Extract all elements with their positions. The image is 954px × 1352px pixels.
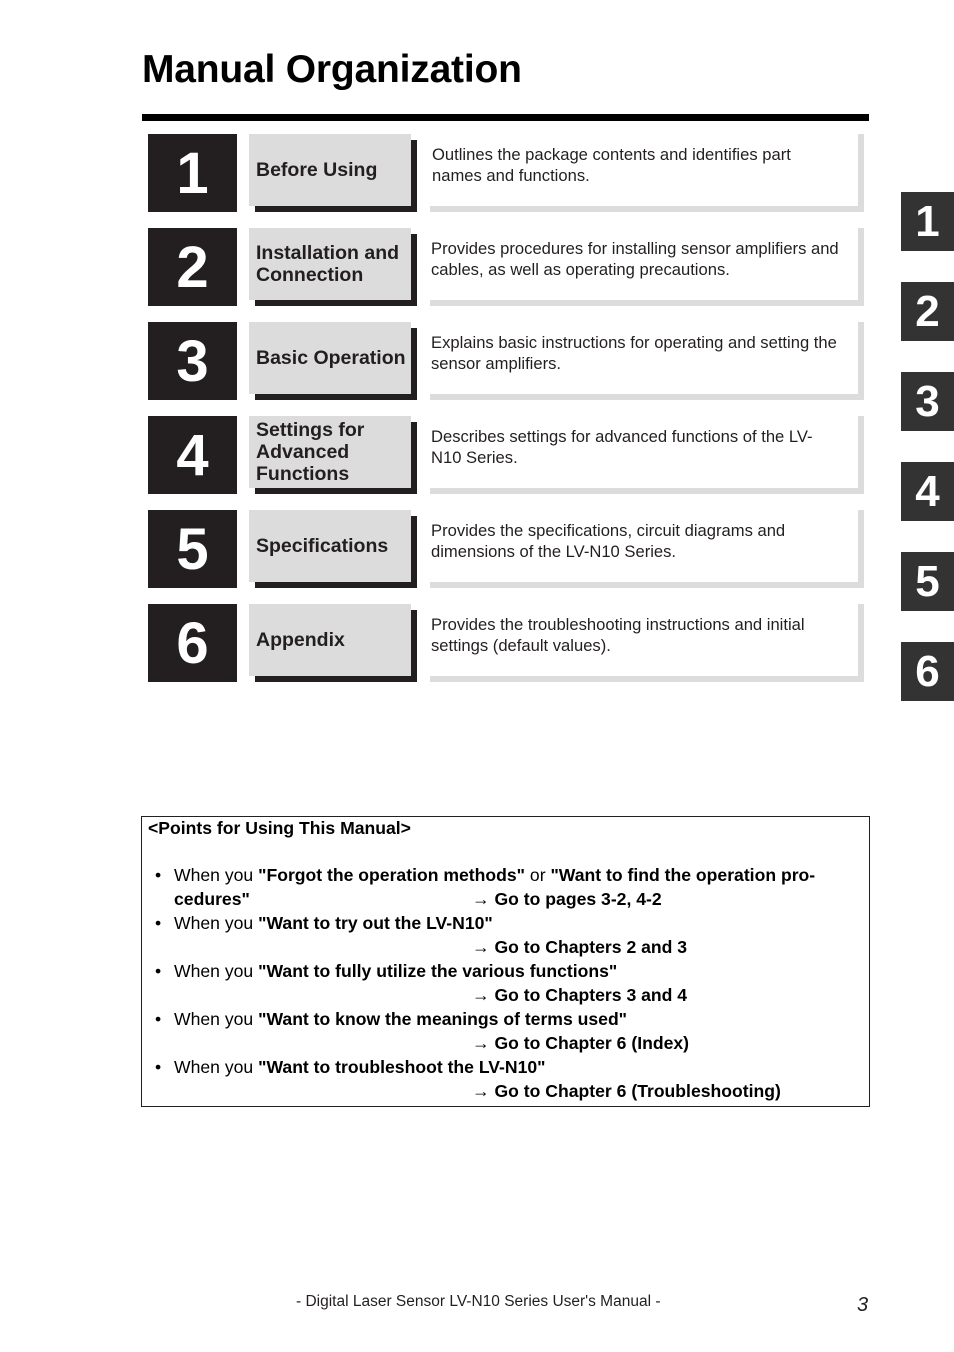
side-tab-1[interactable]: 1 (901, 192, 954, 251)
chapter-title: Specifications (249, 510, 411, 582)
chapter-title: Settings for Advanced Functions (249, 416, 411, 488)
chapter-number: 4 (148, 416, 237, 494)
points-quote-continuation: cedures" (174, 889, 250, 909)
chapter-description-text: Provides procedures for installing senso… (431, 239, 839, 279)
chapter-description: Explains basic instructions for operatin… (430, 322, 864, 400)
points-goto[interactable]: → Go to pages 3-2, 4-2 (472, 887, 662, 911)
chapter-description: Describes settings for advanced function… (430, 416, 864, 494)
chapter-row-5[interactable]: 5 Specifications Provides the specificat… (148, 510, 864, 588)
points-prefix: When you (174, 1009, 259, 1029)
bullet-icon: • (155, 1009, 162, 1029)
page-number: 3 (857, 1294, 869, 1316)
points-middle: or (525, 865, 551, 885)
chapter-number: 6 (148, 604, 237, 682)
chapter-description-text: Provides the specifications, circuit dia… (431, 521, 786, 561)
points-goto[interactable]: → Go to Chapters 2 and 3 (174, 935, 863, 959)
points-item: • When you "Want to know the meanings of… (148, 1007, 863, 1055)
points-quote: "Want to try out the LV-N10" (258, 913, 493, 933)
chapter-row-1[interactable]: 1 Before Using Outlines the package cont… (148, 134, 864, 212)
chapter-description: Provides the troubleshooting instruction… (430, 604, 864, 682)
bullet-icon: • (155, 913, 162, 933)
chapter-number: 1 (148, 134, 237, 212)
points-goto[interactable]: → Go to Chapter 6 (Index) (174, 1031, 863, 1055)
points-quote: "Forgot the operation methods" (258, 865, 526, 885)
chapter-description-text: Explains basic instructions for operatin… (431, 333, 837, 373)
points-goto[interactable]: → Go to Chapter 6 (Troubleshooting) (174, 1079, 863, 1103)
points-goto[interactable]: → Go to Chapters 3 and 4 (174, 983, 863, 1007)
chapter-description-text: Outlines the package contents and identi… (432, 145, 791, 185)
chapter-title: Installation and Connection (249, 228, 411, 300)
points-prefix: When you (174, 1057, 259, 1077)
points-quote: "Want to know the meanings of terms used… (258, 1009, 628, 1029)
side-tab-3[interactable]: 3 (901, 372, 954, 431)
chapter-description-text: Provides the troubleshooting instruction… (431, 615, 805, 655)
points-heading: <Points for Using This Manual> (148, 818, 411, 838)
points-list: • When you "Forgot the operation methods… (148, 863, 863, 1103)
chapter-row-6[interactable]: 6 Appendix Provides the troubleshooting … (148, 604, 864, 682)
chapter-row-3[interactable]: 3 Basic Operation Explains basic instruc… (148, 322, 864, 400)
chapter-row-4[interactable]: 4 Settings for Advanced Functions Descri… (148, 416, 864, 494)
side-tab-5[interactable]: 5 (901, 552, 954, 611)
points-item: • When you "Want to fully utilize the va… (148, 959, 863, 1007)
chapter-title: Basic Operation (249, 322, 411, 394)
title-rule (142, 114, 869, 121)
chapter-row-2[interactable]: 2 Installation and Connection Provides p… (148, 228, 864, 306)
points-item: • When you "Want to try out the LV-N10" … (148, 911, 863, 959)
points-prefix: When you (174, 913, 259, 933)
chapter-description: Provides the specifications, circuit dia… (430, 510, 864, 588)
chapter-description: Outlines the package contents and identi… (430, 134, 864, 212)
page-title: Manual Organization (142, 48, 522, 91)
bullet-icon: • (155, 865, 162, 885)
bullet-icon: • (155, 961, 162, 981)
chapter-number: 5 (148, 510, 237, 588)
chapter-number: 2 (148, 228, 237, 306)
side-tab-2[interactable]: 2 (901, 282, 954, 341)
footer-text: - Digital Laser Sensor LV-N10 Series Use… (296, 1293, 661, 1310)
points-box: <Points for Using This Manual> • When yo… (141, 816, 870, 1107)
points-quote: "Want to find the operation pro- (550, 865, 816, 885)
chapter-description: Provides procedures for installing senso… (430, 228, 864, 306)
chapter-title: Appendix (249, 604, 411, 676)
side-tab-4[interactable]: 4 (901, 462, 954, 521)
points-quote: "Want to fully utilize the various funct… (258, 961, 618, 981)
points-prefix: When you (174, 961, 259, 981)
points-item: • When you "Forgot the operation methods… (148, 863, 863, 911)
chapter-description-text: Describes settings for advanced function… (431, 427, 813, 467)
points-quote: "Want to troubleshoot the LV-N10" (258, 1057, 546, 1077)
chapter-number: 3 (148, 322, 237, 400)
points-item: • When you "Want to troubleshoot the LV-… (148, 1055, 863, 1103)
chapter-title: Before Using (249, 134, 411, 206)
side-tab-6[interactable]: 6 (901, 642, 954, 701)
points-prefix: When you (174, 865, 259, 885)
bullet-icon: • (155, 1057, 162, 1077)
